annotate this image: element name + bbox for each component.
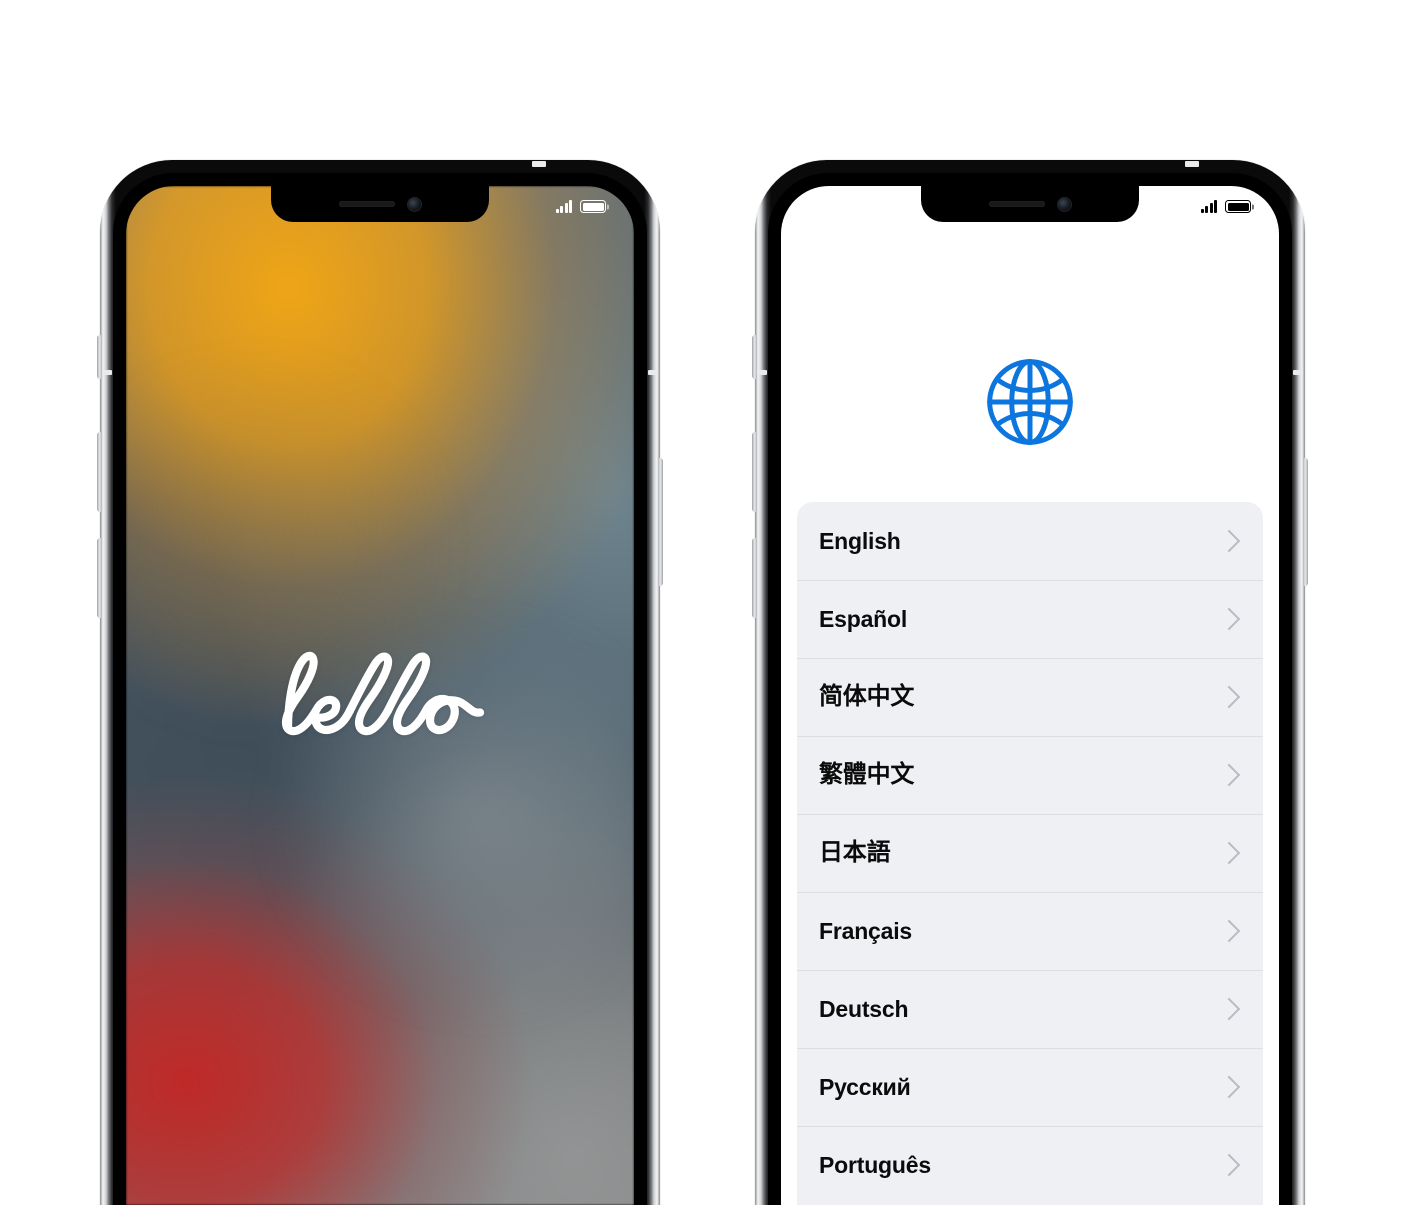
status-bar-right <box>1200 200 1251 213</box>
front-camera-icon <box>408 197 421 211</box>
volume-down-button-2[interactable] <box>752 538 757 618</box>
language-label: 繁體中文 <box>819 761 915 788</box>
list-item[interactable]: 繁體中文 <box>797 736 1263 814</box>
power-button[interactable] <box>658 458 663 586</box>
speaker-grille-icon <box>339 201 395 207</box>
language-label: Português <box>819 1151 931 1178</box>
language-list[interactable]: English Español 简体中文 繁體中文 日本語 Français D… <box>797 502 1263 1205</box>
front-camera-icon <box>1058 197 1071 211</box>
status-bar-left <box>555 200 606 213</box>
mute-switch-button[interactable] <box>97 335 102 379</box>
phone-right: English Español 简体中文 繁體中文 日本語 Français D… <box>752 160 1308 1205</box>
scene-canvas: English Español 简体中文 繁體中文 日本語 Français D… <box>0 0 1422 1205</box>
chevron-right-icon <box>1217 997 1241 1021</box>
notch-left <box>271 186 489 222</box>
phone-left-bezel <box>113 173 647 1205</box>
language-label: Français <box>819 917 913 944</box>
speaker-grille-icon <box>989 201 1045 207</box>
battery-full-icon <box>1225 200 1251 213</box>
chevron-right-icon <box>1217 685 1241 709</box>
volume-down-button[interactable] <box>97 538 102 618</box>
language-select-screen: English Español 简体中文 繁體中文 日本語 Français D… <box>781 186 1279 1205</box>
antenna-seam-top-left-2 <box>757 370 767 375</box>
volume-up-button[interactable] <box>97 432 102 512</box>
list-item[interactable]: Русский <box>797 1048 1263 1126</box>
power-button-2[interactable] <box>1303 458 1308 586</box>
chevron-right-icon <box>1217 529 1241 553</box>
antenna-seam-top-center <box>532 161 546 167</box>
antenna-seam-top-right-2 <box>1293 370 1303 375</box>
phone-left <box>97 160 663 1205</box>
language-label: 简体中文 <box>819 683 915 710</box>
language-label: Deutsch <box>819 995 909 1022</box>
volume-up-button-2[interactable] <box>752 432 757 512</box>
hello-greeting <box>126 644 634 757</box>
list-item[interactable]: 日本語 <box>797 814 1263 892</box>
language-label: 日本語 <box>819 839 891 866</box>
mute-switch-button-2[interactable] <box>752 335 757 379</box>
battery-full-icon <box>580 200 606 213</box>
chevron-right-icon <box>1217 841 1241 865</box>
notch-right <box>921 186 1139 222</box>
chevron-right-icon <box>1217 1153 1241 1177</box>
list-item[interactable]: Deutsch <box>797 970 1263 1048</box>
chevron-right-icon <box>1217 763 1241 787</box>
language-label: Русский <box>819 1073 911 1100</box>
antenna-seam-top-right <box>648 370 658 375</box>
phone-left-screen <box>126 186 634 1205</box>
phone-right-screen: English Español 简体中文 繁體中文 日本語 Français D… <box>781 186 1279 1205</box>
signal-bars-icon <box>1200 200 1217 213</box>
globe-icon <box>982 354 1078 455</box>
list-item[interactable]: English <box>797 502 1263 580</box>
list-item[interactable]: Español <box>797 580 1263 658</box>
signal-bars-icon <box>555 200 572 213</box>
antenna-seam-top-center-2 <box>1185 161 1199 167</box>
chevron-right-icon <box>1217 919 1241 943</box>
language-label: English <box>819 527 901 554</box>
list-item[interactable]: Português <box>797 1126 1263 1204</box>
chevron-right-icon <box>1217 1075 1241 1099</box>
antenna-seam-top-left <box>102 370 112 375</box>
list-item[interactable]: Français <box>797 892 1263 970</box>
list-item[interactable]: 简体中文 <box>797 658 1263 736</box>
phone-right-bezel: English Español 简体中文 繁體中文 日本語 Français D… <box>768 173 1292 1205</box>
chevron-right-icon <box>1217 607 1241 631</box>
language-label: Español <box>819 605 908 632</box>
